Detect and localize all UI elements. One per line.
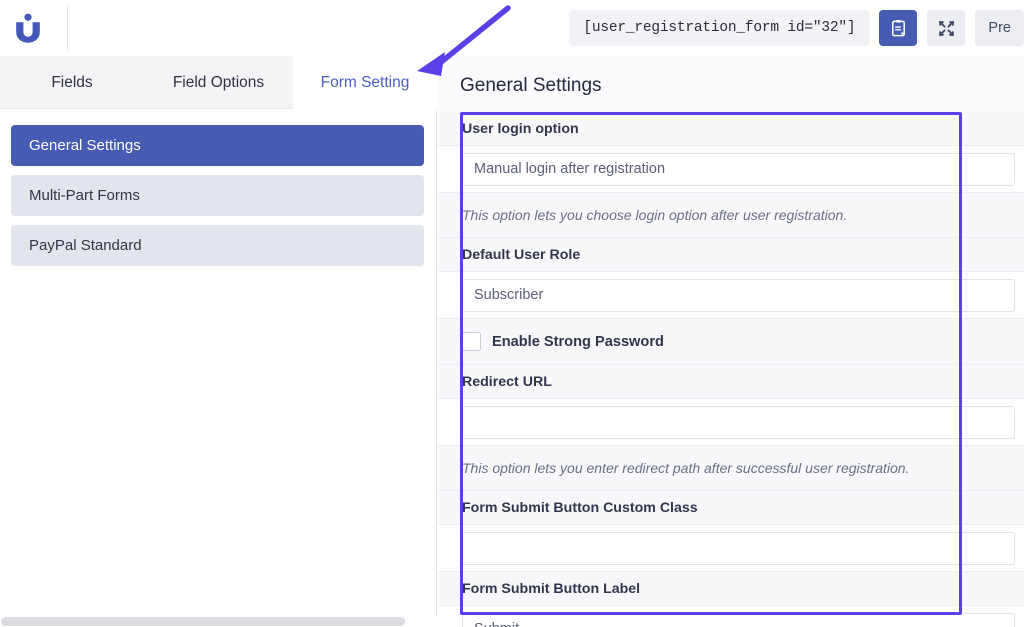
settings-rows: User login option Manual login after reg… bbox=[438, 112, 1024, 627]
app-logo[interactable] bbox=[0, 0, 56, 56]
redirect-url-input[interactable] bbox=[462, 406, 1015, 439]
submit-button-label-input[interactable]: Submit bbox=[462, 613, 1015, 627]
horizontal-scrollbar-thumb[interactable] bbox=[1, 617, 405, 626]
field-label-redirect-url: Redirect URL bbox=[438, 365, 1024, 399]
field-row-default-user-role: Subscriber bbox=[438, 272, 1024, 319]
sidebar-item-paypal-standard[interactable]: PayPal Standard bbox=[11, 225, 424, 266]
page-title: General Settings bbox=[438, 56, 1024, 97]
sidebar-list: General Settings Multi-Part Forms PayPal… bbox=[0, 109, 436, 266]
header-divider bbox=[67, 6, 68, 50]
checkbox-label: Enable Strong Password bbox=[492, 334, 664, 350]
expand-arrows-icon bbox=[937, 19, 956, 38]
label-text: Default User Role bbox=[462, 247, 580, 263]
label-text: Form Submit Button Label bbox=[462, 581, 640, 597]
user-login-option-select[interactable]: Manual login after registration bbox=[462, 153, 1015, 186]
shortcode-field[interactable]: [user_registration_form id="32"] bbox=[569, 10, 869, 46]
submit-button-custom-class-input[interactable] bbox=[462, 532, 1015, 565]
horizontal-scrollbar[interactable] bbox=[0, 616, 437, 627]
label-text: User login option bbox=[462, 121, 579, 137]
field-row-user-login-option: Manual login after registration bbox=[438, 146, 1024, 193]
user-registration-logo-icon bbox=[14, 13, 42, 43]
field-row-submit-button-custom-class bbox=[438, 525, 1024, 572]
help-text: This option lets you choose login option… bbox=[462, 207, 847, 223]
expand-preview-button[interactable] bbox=[927, 10, 965, 46]
field-label-user-login-option: User login option bbox=[438, 112, 1024, 146]
preview-button[interactable]: Pre bbox=[975, 10, 1024, 46]
builder-tabbar: Fields Field Options Form Setting bbox=[0, 56, 437, 109]
top-header-bar: [user_registration_form id="32"] bbox=[0, 0, 1024, 56]
checkbox-group: Enable Strong Password bbox=[462, 332, 664, 351]
tab-fields[interactable]: Fields bbox=[0, 56, 144, 109]
enable-strong-password-checkbox[interactable] bbox=[462, 332, 481, 351]
settings-sidebar: General Settings Multi-Part Forms PayPal… bbox=[0, 109, 437, 627]
field-label-default-user-role: Default User Role bbox=[438, 238, 1024, 272]
label-text: Form Submit Button Custom Class bbox=[462, 500, 698, 516]
field-row-submit-button-label: Submit bbox=[438, 606, 1024, 627]
header-actions: [user_registration_form id="32"] bbox=[569, 0, 1024, 56]
clipboard-copy-icon bbox=[889, 19, 908, 38]
sidebar-item-general-settings[interactable]: General Settings bbox=[11, 125, 424, 166]
default-user-role-select[interactable]: Subscriber bbox=[462, 279, 1015, 312]
tab-field-options[interactable]: Field Options bbox=[144, 56, 293, 109]
tab-form-setting[interactable]: Form Setting bbox=[293, 56, 437, 110]
field-row-redirect-url bbox=[438, 399, 1024, 446]
field-help-user-login-option: This option lets you choose login option… bbox=[438, 193, 1024, 238]
form-builder-screen: [user_registration_form id="32"] bbox=[0, 0, 1024, 627]
sidebar-item-multi-part-forms[interactable]: Multi-Part Forms bbox=[11, 175, 424, 216]
copy-shortcode-button[interactable] bbox=[879, 10, 917, 46]
field-label-submit-button-label: Form Submit Button Label bbox=[438, 572, 1024, 606]
field-row-enable-strong-password: Enable Strong Password bbox=[438, 319, 1024, 365]
general-settings-panel: General Settings User login option Manua… bbox=[438, 56, 1024, 627]
label-text: Redirect URL bbox=[462, 374, 552, 390]
field-help-redirect-url: This option lets you enter redirect path… bbox=[438, 446, 1024, 491]
field-label-submit-button-custom-class: Form Submit Button Custom Class bbox=[438, 491, 1024, 525]
help-text: This option lets you enter redirect path… bbox=[462, 460, 909, 476]
